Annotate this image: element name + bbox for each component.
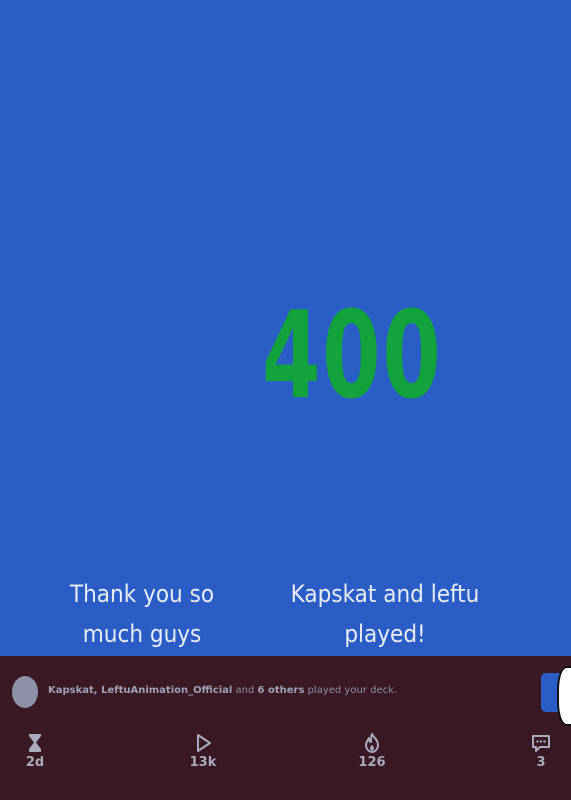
avatar <box>12 676 38 708</box>
stat-age: 2d <box>5 728 65 770</box>
hourglass-icon <box>29 734 41 752</box>
comment-icon <box>532 735 550 752</box>
bottom-bar: Kapskat, LeftuAnimation_Official and 6 o… <box>0 656 571 800</box>
stat-plays-value: 13k <box>189 755 217 770</box>
flame-icon <box>365 733 379 753</box>
stat-plays: 13k <box>173 728 233 770</box>
caption-right: Kapskat and leftu played! <box>290 580 480 648</box>
caption-left: Thank you so much guys <box>69 580 215 648</box>
notification-suffix: played your deck. <box>307 685 398 696</box>
stat-likes[interactable]: 126 <box>342 728 402 770</box>
mascot-image <box>557 666 571 726</box>
notification-joiner: and <box>235 685 255 696</box>
deck-slide: 400 Thank you so much guys Kapskat and l… <box>0 0 571 656</box>
notification-names: Kapskat, LeftuAnimation_Official <box>48 685 233 696</box>
notification-others: 6 others <box>257 685 305 696</box>
stat-comments[interactable]: 3 <box>511 728 571 770</box>
stat-comments-value: 3 <box>536 755 546 770</box>
notification-text: Kapskat, LeftuAnimation_Official and 6 o… <box>48 685 397 696</box>
stat-likes-value: 126 <box>358 755 386 770</box>
slide-number: 400 <box>262 287 443 426</box>
play-notification[interactable]: Kapskat, LeftuAnimation_Official and 6 o… <box>0 656 571 728</box>
stat-age-value: 2d <box>25 755 45 770</box>
play-icon <box>197 734 211 752</box>
